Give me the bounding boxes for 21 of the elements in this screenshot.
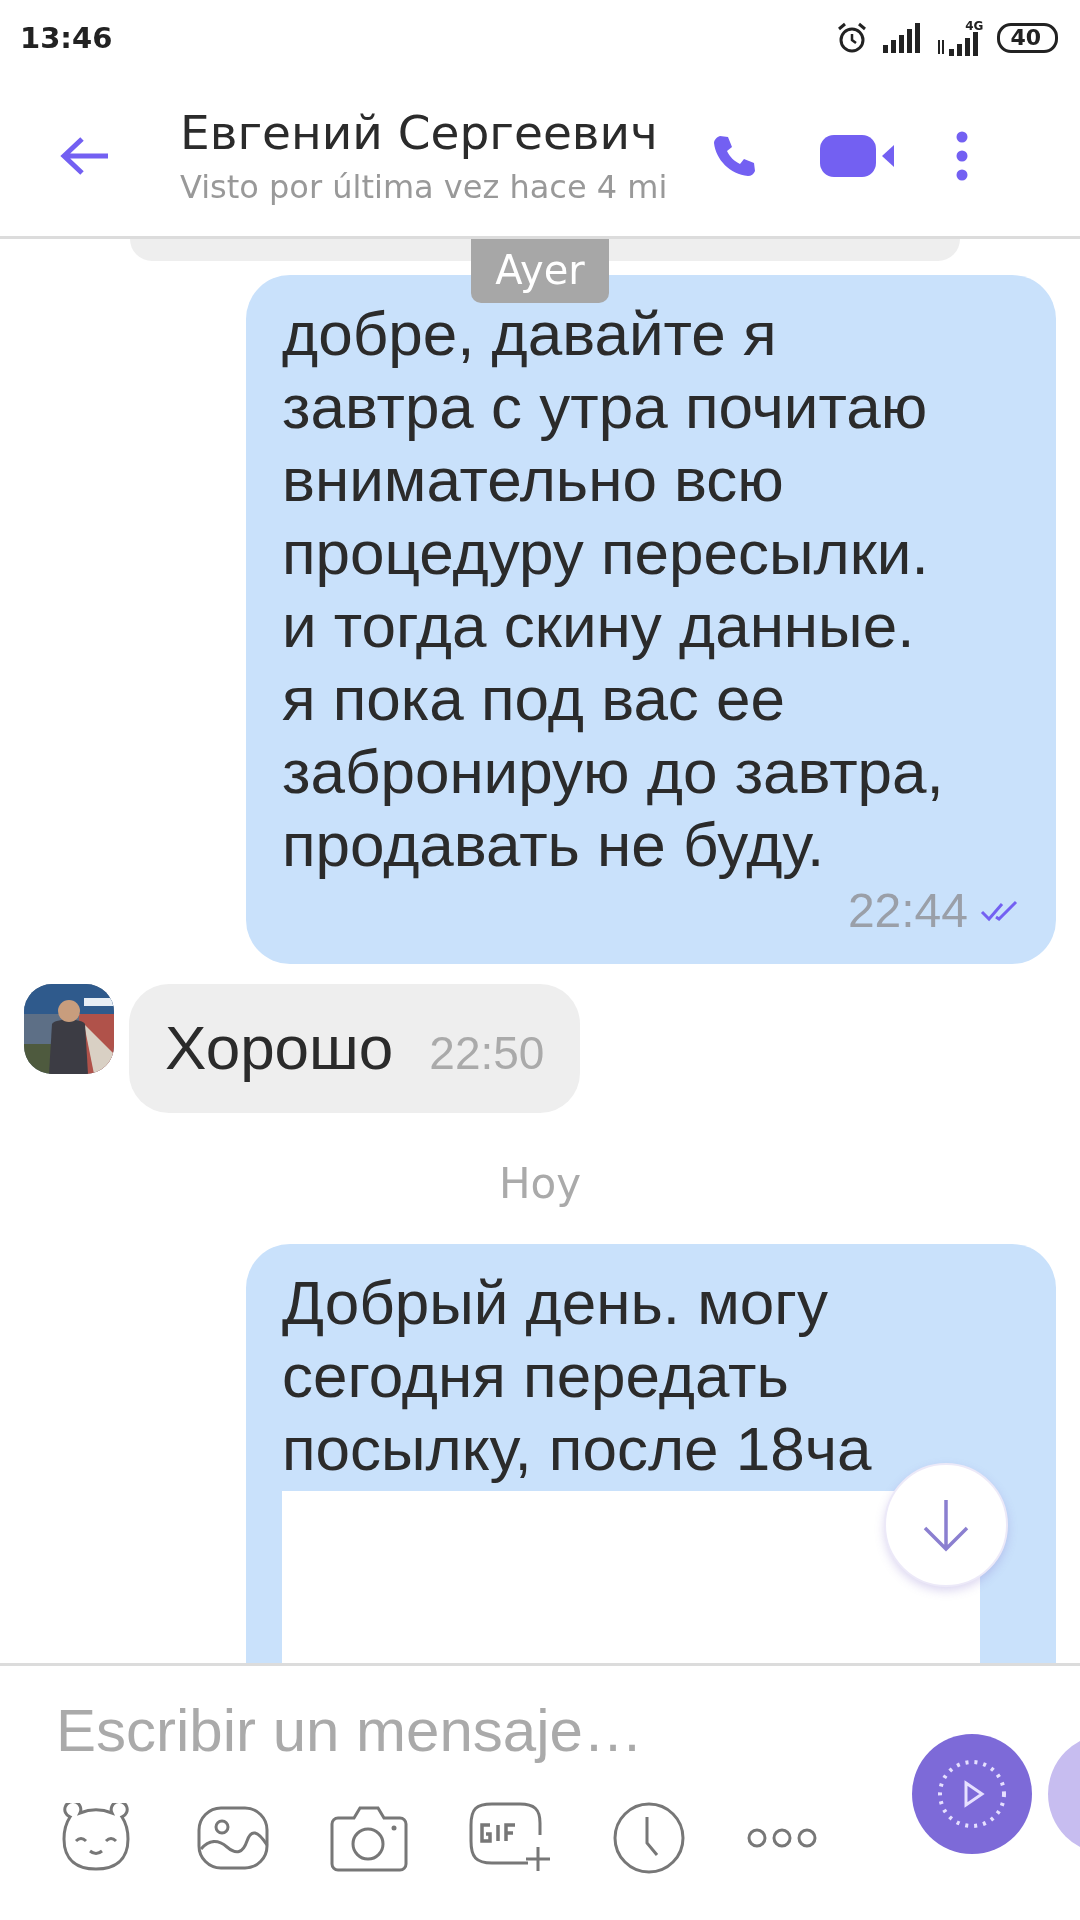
network-type: 4G — [965, 19, 984, 32]
back-arrow-icon[interactable] — [60, 135, 110, 176]
message-time: 22:44 — [847, 883, 968, 938]
battery-level: 40 — [997, 22, 1058, 53]
video-camera-icon[interactable] — [820, 132, 896, 179]
message-time: 22:50 — [429, 1026, 545, 1080]
message-text: Добрый день. могу сегодня передать посылку, после 18ча — [282, 1267, 873, 1485]
more-icon[interactable] — [746, 1827, 818, 1849]
message-input[interactable]: Escribir un mensaje… — [56, 1696, 836, 1765]
status-time: 13:46 — [20, 20, 113, 55]
contact-name: Евгений Сергеевич — [180, 105, 659, 160]
play-icon — [936, 1758, 1008, 1830]
more-options-icon[interactable] — [954, 130, 970, 181]
date-label: Hoy — [498, 1159, 582, 1208]
date-label: Ayer — [471, 239, 609, 303]
clock-icon[interactable] — [612, 1801, 686, 1875]
last-seen-status: Visto por última vez hace 4 mi — [180, 168, 669, 206]
down-arrow-icon — [921, 1498, 971, 1552]
gallery-icon[interactable] — [196, 1805, 270, 1871]
message-text: Хорошо — [165, 1012, 394, 1083]
camera-icon[interactable] — [330, 1804, 408, 1872]
